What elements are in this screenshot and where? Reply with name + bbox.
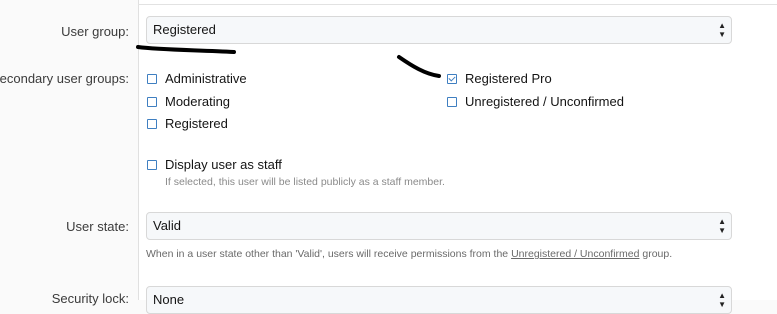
checkbox-registered-pro[interactable]: Registered Pro <box>447 71 552 86</box>
checkbox-administrative[interactable]: Administrative <box>147 71 247 86</box>
checkbox-label: Administrative <box>165 71 247 86</box>
user-state-label: User state: <box>66 219 129 234</box>
updown-arrows-icon: ▲ ▼ <box>718 21 726 39</box>
checkbox-label: Registered Pro <box>465 71 552 86</box>
previous-row-divider <box>138 0 777 5</box>
checkmark-icon[interactable] <box>447 73 457 84</box>
hint-text: When in a user state other than 'Valid',… <box>146 248 509 260</box>
user-state-value: Valid <box>153 218 181 233</box>
checkbox-label: Moderating <box>165 94 231 109</box>
checkbox-box[interactable] <box>147 96 157 107</box>
user-group-label: User group: <box>61 24 129 39</box>
checkbox-label: Display user as staff <box>165 157 282 172</box>
updown-arrows-icon: ▲ ▼ <box>718 291 726 309</box>
checkbox-box[interactable] <box>147 159 157 170</box>
checkbox-display-staff[interactable]: Display user as staff <box>147 157 282 172</box>
security-lock-label: Security lock: <box>51 291 129 306</box>
checkbox-unregistered-unconfirmed[interactable]: Unregistered / Unconfirmed <box>447 94 624 109</box>
checkbox-moderating[interactable]: Moderating <box>147 94 230 109</box>
checkbox-registered[interactable]: Registered <box>147 116 228 131</box>
hint-text: group. <box>642 248 673 260</box>
user-state-select[interactable]: Valid ▲ ▼ <box>146 212 732 240</box>
checkbox-box[interactable] <box>447 96 457 107</box>
display-staff-hint: If selected, this user will be listed pu… <box>165 176 445 188</box>
checkbox-box[interactable] <box>147 118 157 129</box>
user-group-value: Registered <box>153 22 216 37</box>
checkbox-label: Registered <box>165 116 228 131</box>
updown-arrows-icon: ▲ ▼ <box>718 217 726 235</box>
security-lock-select[interactable]: None ▲ ▼ <box>146 286 732 314</box>
secondary-groups-label: Secondary user groups: <box>0 71 129 86</box>
checkbox-box[interactable] <box>147 73 157 84</box>
user-group-select[interactable]: Registered ▲ ▼ <box>146 16 732 44</box>
user-state-hint: When in a user state other than 'Valid',… <box>146 248 672 260</box>
checkbox-label: Unregistered / Unconfirmed <box>465 94 624 109</box>
unregistered-group-link[interactable]: Unregistered / Unconfirmed <box>511 248 639 260</box>
